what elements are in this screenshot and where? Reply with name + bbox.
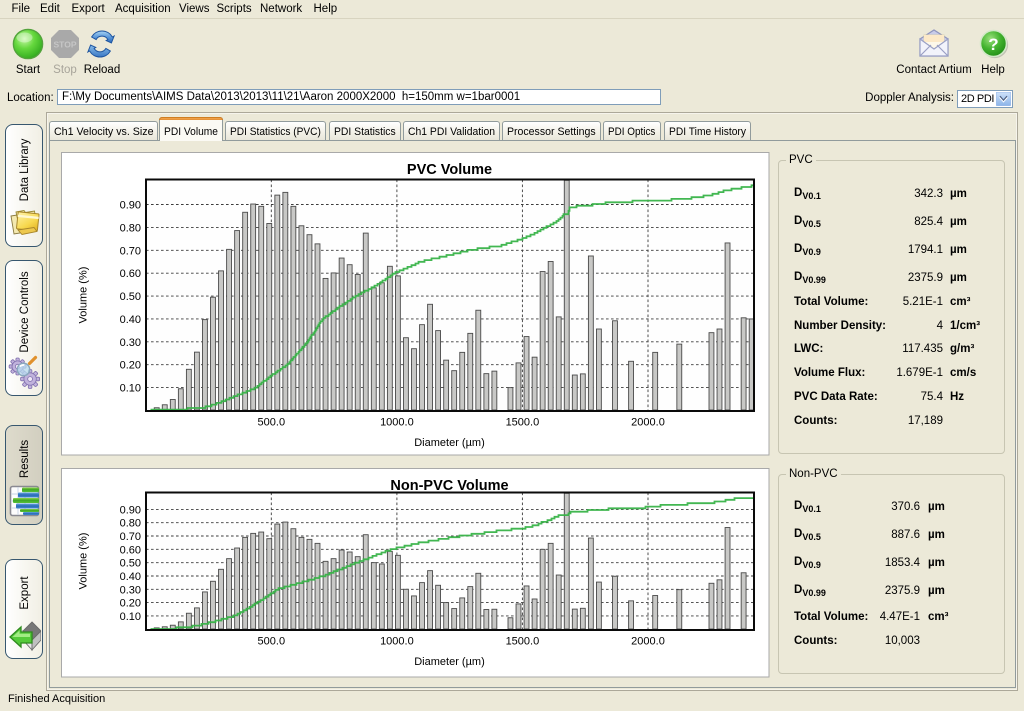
svg-text:0.50: 0.50 xyxy=(119,291,140,303)
svg-text:500.0: 500.0 xyxy=(257,636,285,648)
svg-text:0.70: 0.70 xyxy=(119,531,140,543)
svg-text:0.40: 0.40 xyxy=(119,314,140,326)
svg-text:0.70: 0.70 xyxy=(119,245,140,257)
svg-text:0.90: 0.90 xyxy=(119,504,140,516)
svg-text:0.80: 0.80 xyxy=(119,222,140,234)
svg-text:STOP: STOP xyxy=(54,40,77,50)
svg-text:1000.0: 1000.0 xyxy=(380,417,414,429)
svg-text:Volume (%): Volume (%) xyxy=(77,267,89,324)
svg-text:0.20: 0.20 xyxy=(119,360,140,372)
svg-text:1000.0: 1000.0 xyxy=(380,636,414,648)
svg-text:0.60: 0.60 xyxy=(119,268,140,280)
svg-text:0.50: 0.50 xyxy=(119,558,140,570)
svg-text:PVC Volume: PVC Volume xyxy=(406,162,491,178)
svg-text:0.30: 0.30 xyxy=(119,584,140,596)
svg-text:500.0: 500.0 xyxy=(257,417,285,429)
svg-text:2000.0: 2000.0 xyxy=(631,417,665,429)
svg-text:0.10: 0.10 xyxy=(119,383,140,395)
svg-text:0.10: 0.10 xyxy=(119,611,140,623)
svg-text:Volume (%): Volume (%) xyxy=(77,533,89,590)
svg-text:Diameter (µm): Diameter (µm) xyxy=(414,437,485,449)
svg-text:1500.0: 1500.0 xyxy=(505,417,539,429)
svg-text:2000.0: 2000.0 xyxy=(631,636,665,648)
svg-text:0.30: 0.30 xyxy=(119,337,140,349)
svg-text:0.40: 0.40 xyxy=(119,571,140,583)
svg-text:0.60: 0.60 xyxy=(119,544,140,556)
svg-text:0.80: 0.80 xyxy=(119,518,140,530)
svg-text:0.20: 0.20 xyxy=(119,598,140,610)
svg-text:1500.0: 1500.0 xyxy=(505,636,539,648)
svg-text:?: ? xyxy=(988,35,998,54)
svg-text:Diameter (µm): Diameter (µm) xyxy=(414,656,485,668)
svg-text:0.90: 0.90 xyxy=(119,200,140,212)
